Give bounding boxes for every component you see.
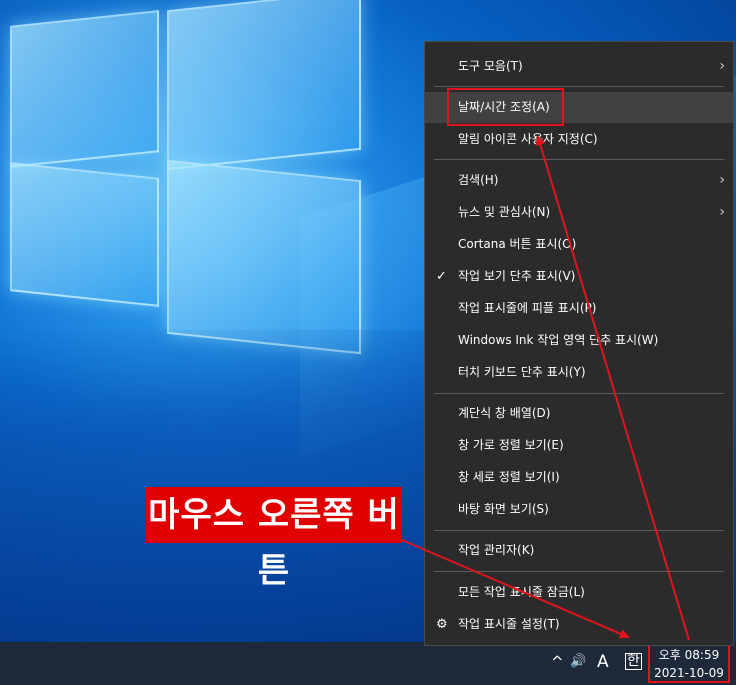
menu-item-label: Cortana 버튼 표시(O)	[458, 237, 577, 251]
menu-item-lock-taskbars[interactable]: 모든 작업 표시줄 잠금(L)	[425, 577, 733, 608]
menu-item-show-desktop[interactable]: 바탕 화면 보기(S)	[425, 494, 733, 525]
clock-date: 2021-10-09	[654, 666, 724, 680]
menu-item-label: 알림 아이콘 사용자 지정(C)	[458, 132, 598, 146]
right-click-callout-label: 마우스 오른쪽 버튼	[146, 487, 402, 591]
menu-item-label: 창 가로 정렬 보기(E)	[458, 438, 564, 452]
menu-item-cascade-windows[interactable]: 계단식 창 배열(D)	[425, 398, 733, 429]
menu-item-label: 작업 관리자(K)	[458, 543, 535, 557]
chevron-right-icon: ›	[719, 172, 725, 188]
menu-item-label: 모든 작업 표시줄 잠금(L)	[458, 585, 585, 599]
gear-icon: ⚙	[436, 617, 448, 632]
menu-item-label: 계단식 창 배열(D)	[458, 406, 551, 420]
menu-item-show-windows-ink[interactable]: Windows Ink 작업 영역 단추 표시(W)	[425, 325, 733, 356]
menu-item-search[interactable]: 검색(H) ›	[425, 165, 733, 196]
menu-item-side-by-side-windows[interactable]: 창 세로 정렬 보기(I)	[425, 462, 733, 493]
menu-separator	[434, 86, 724, 87]
menu-item-label: 검색(H)	[458, 173, 499, 187]
menu-item-taskbar-settings[interactable]: ⚙ 작업 표시줄 설정(T)	[425, 609, 733, 640]
chevron-right-icon: ›	[719, 58, 725, 74]
windows-logo-pane-top-right	[167, 0, 361, 171]
volume-icon[interactable]: 🔊	[570, 654, 586, 669]
menu-item-show-touch-keyboard[interactable]: 터치 키보드 단추 표시(Y)	[425, 357, 733, 388]
menu-item-customize-notification-icons[interactable]: 알림 아이콘 사용자 지정(C)	[425, 124, 733, 155]
menu-item-stack-windows[interactable]: 창 가로 정렬 보기(E)	[425, 430, 733, 461]
show-hidden-icons-chevron-icon[interactable]: ^	[551, 653, 564, 671]
menu-item-news-and-interests[interactable]: 뉴스 및 관심사(N) ›	[425, 197, 733, 228]
menu-item-show-task-view-button[interactable]: ✓ 작업 보기 단추 표시(V)	[425, 261, 733, 292]
menu-item-show-people[interactable]: 작업 표시줄에 피플 표시(P)	[425, 293, 733, 324]
menu-item-label: 바탕 화면 보기(S)	[458, 502, 549, 516]
windows-logo-pane-top-left	[10, 10, 159, 168]
menu-item-show-cortana-button[interactable]: Cortana 버튼 표시(O)	[425, 229, 733, 260]
menu-separator	[434, 530, 724, 531]
menu-item-label: 작업 보기 단추 표시(V)	[458, 269, 576, 283]
checkmark-icon: ✓	[436, 269, 447, 284]
menu-item-task-manager[interactable]: 작업 관리자(K)	[425, 535, 733, 566]
menu-separator	[434, 393, 724, 394]
menu-item-label: 뉴스 및 관심사(N)	[458, 205, 551, 219]
clock-time: 오후 08:59	[658, 648, 720, 662]
menu-item-toolbars[interactable]: 도구 모음(T) ›	[425, 51, 733, 82]
chevron-right-icon: ›	[719, 204, 725, 220]
menu-item-label: 작업 표시줄에 피플 표시(P)	[458, 301, 597, 315]
taskbar-clock[interactable]: 오후 08:59 2021-10-09	[648, 642, 730, 683]
taskbar[interactable]: ^ 🔊 A 한	[0, 642, 736, 685]
menu-item-label: Windows Ink 작업 영역 단추 표시(W)	[458, 333, 659, 347]
menu-item-label: 터치 키보드 단추 표시(Y)	[458, 365, 586, 379]
highlight-box-date-time	[447, 88, 564, 126]
menu-separator	[434, 159, 724, 160]
menu-item-label: 작업 표시줄 설정(T)	[458, 617, 560, 631]
windows-logo-pane-bottom-left	[10, 162, 159, 307]
menu-item-label: 도구 모음(T)	[458, 59, 523, 73]
ime-mode-indicator[interactable]: A	[597, 652, 609, 672]
windows-logo-pane-bottom-right	[167, 159, 361, 355]
language-indicator[interactable]: 한	[625, 653, 642, 670]
menu-item-label: 창 세로 정렬 보기(I)	[458, 470, 560, 484]
taskbar-context-menu: 도구 모음(T) › 날짜/시간 조정(A) 알림 아이콘 사용자 지정(C) …	[424, 41, 734, 646]
menu-separator	[434, 571, 724, 572]
